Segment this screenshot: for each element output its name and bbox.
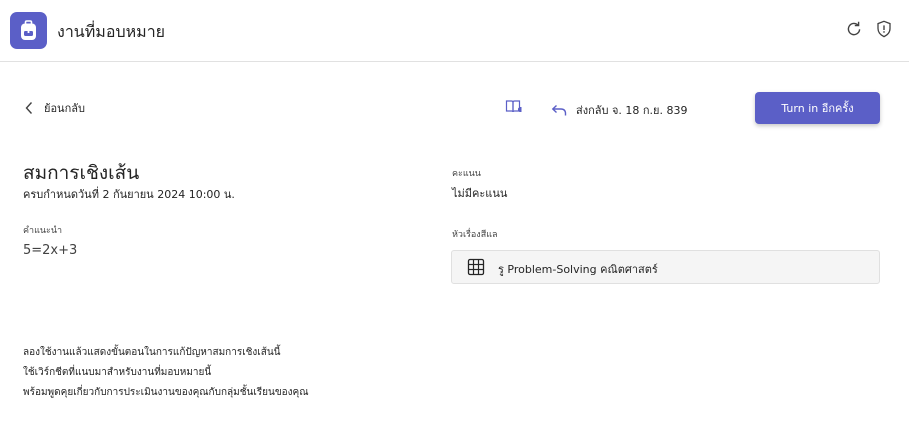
rubric-card[interactable]: รู Problem-Solving คณิตศาสตร์ [451, 250, 880, 284]
shield-icon[interactable] [876, 20, 892, 38]
immersive-reader-icon[interactable] [505, 99, 523, 115]
body-line: ใช้เวิร์กชีตที่แนบมาสำหรับงานที่มอบหมายน… [23, 367, 212, 378]
instructions-text: 5=2x+3 [23, 243, 78, 258]
body-line: พร้อมพูดคุยเกี่ยวกับการประเมินงานของคุณก… [23, 387, 309, 398]
instructions-label: คำแนะนำ [23, 226, 63, 236]
rubric-name: รู Problem-Solving คณิตศาสตร์ [498, 263, 658, 276]
app-header: งานที่มอบหมาย [0, 0, 909, 62]
points-label: คะแนน [452, 169, 481, 179]
instructions-body: ลองใช้งานแล้วแสดงขั้นตอนในการแก้ปัญหาสมก… [23, 345, 309, 405]
reply-arrow-icon [551, 104, 567, 116]
returned-status: ส่งกลับ จ. 18 ก.ย. 839 [551, 101, 688, 119]
returned-text: ส่งกลับ จ. 18 ก.ย. 839 [576, 104, 688, 117]
body-line: ลองใช้งานแล้วแสดงขั้นตอนในการแก้ปัญหาสมก… [23, 347, 281, 358]
refresh-icon[interactable] [845, 20, 863, 38]
points-value: ไม่มีคะแนน [452, 187, 508, 200]
back-label: ย้อนกลับ [44, 102, 85, 115]
grid-table-icon [467, 258, 485, 276]
assignment-title: สมการเชิงเส้น [23, 162, 140, 184]
due-date: ครบกำหนดวันที่ 2 กันยายน 2024 10:00 น. [23, 188, 235, 201]
back-button[interactable]: ย้อนกลับ [24, 98, 85, 118]
app-title: งานที่มอบหมาย [57, 22, 166, 41]
backpack-icon [21, 20, 36, 40]
chevron-left-icon [25, 102, 33, 114]
turn-in-again-button[interactable]: Turn in อีกครั้ง [755, 92, 880, 124]
rubric-label: หัวเรื่องสีแล [452, 230, 498, 240]
assignments-app-icon[interactable] [10, 12, 47, 49]
